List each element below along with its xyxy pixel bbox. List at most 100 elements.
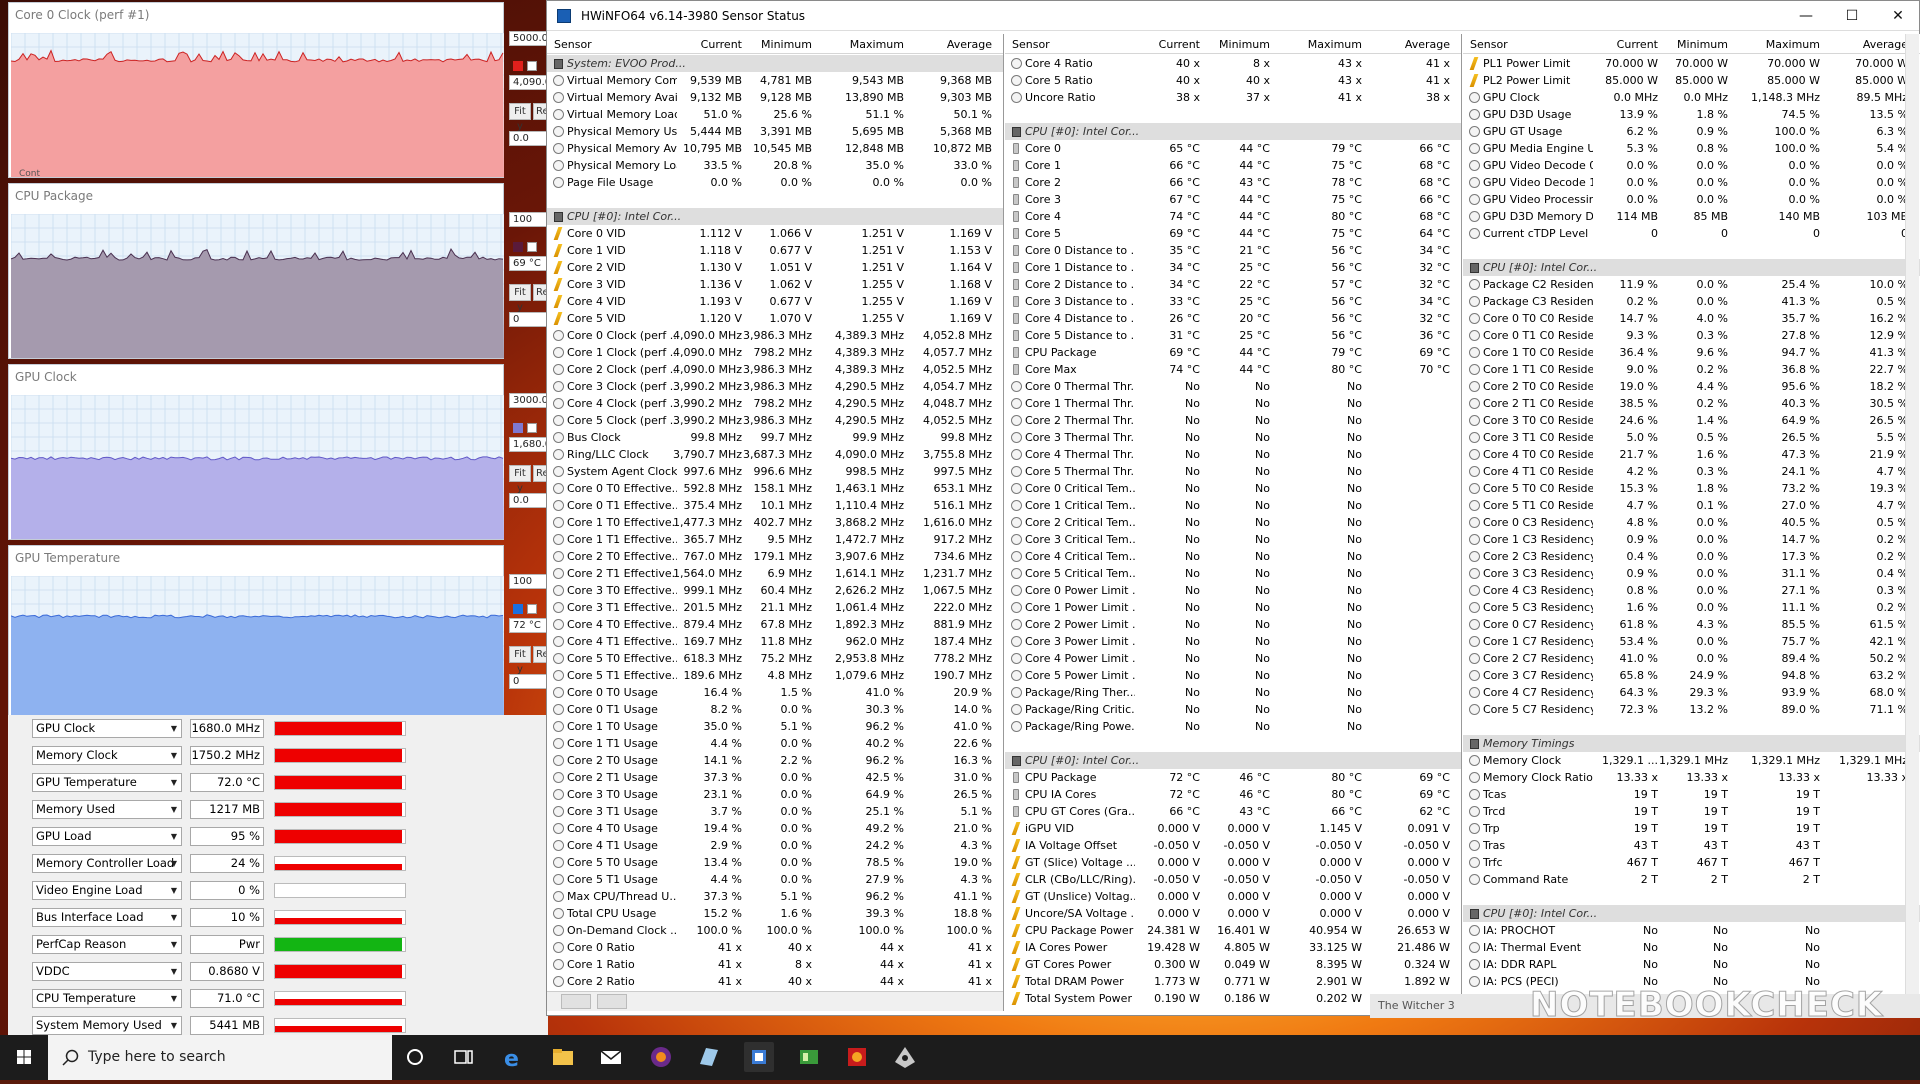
sensor-row[interactable]: CPU Package Power 24.381 W 16.401 W 40.954 …	[1005, 922, 1461, 939]
sensor-row[interactable]: Core 4 T1 Usage 2.9 % 0.0 % 24.2 % 4.3 %	[547, 837, 1003, 854]
sensor-row[interactable]: Virtual Memory Com... 9,539 MB 4,781 MB 9,5…	[547, 72, 1003, 89]
header-maximum[interactable]: Maximum	[1308, 38, 1362, 51]
sensor-row[interactable]: Core 2 T0 Usage 14.1 % 2.2 % 96.2 % 16.3 %	[547, 752, 1003, 769]
column-header[interactable]: Sensor Current Minimum Maximum Average	[1463, 34, 1920, 54]
sensor-row[interactable]: Core 1 C3 Residency 0.9 % 0.0 % 14.7 % 0.2 %	[1463, 531, 1920, 548]
sensor-row[interactable]: Core 0 VID 1.112 V 1.066 V 1.251 V 1.169 V	[547, 225, 1003, 242]
sensor-row[interactable]: Package/Ring Critic... No No No	[1005, 701, 1461, 718]
sensor-row[interactable]: Core 0 Power Limit ... No No No	[1005, 582, 1461, 599]
sensor-row[interactable]: Core 2 Ratio 41 x 40 x 44 x 41 x	[547, 973, 1003, 990]
sensor-row[interactable]: Core 3 Distance to ... 33 °C 25 °C 56 °C 34 …	[1005, 293, 1461, 310]
sensor-row[interactable]: GPU Media Engine U... 5.3 % 0.8 % 100.0 % 5.…	[1463, 140, 1920, 157]
reset-button[interactable]: Re	[533, 103, 547, 120]
sensor-row[interactable]: Core 3 Critical Tem... No No No	[1005, 531, 1461, 548]
sensor-row[interactable]: Core 0 T1 Usage 8.2 % 0.0 % 30.3 % 14.0 %	[547, 701, 1003, 718]
sensor-row[interactable]: Core 3 VID 1.136 V 1.062 V 1.255 V 1.168 V	[547, 276, 1003, 293]
sensor-row[interactable]: Core 5 Power Limit ... No No No	[1005, 667, 1461, 684]
sensor-row[interactable]: Core 3 T1 Effective... 201.5 MHz 21.1 MHz 1…	[547, 599, 1003, 616]
reset-button[interactable]: Re	[533, 284, 547, 301]
sensor-row[interactable]: Core 5 Ratio 40 x 40 x 43 x 41 x	[1005, 72, 1461, 89]
sensor-select[interactable]: Video Engine Load ▼	[32, 881, 182, 900]
sensor-row[interactable]: Core 2 Power Limit ... No No No	[1005, 616, 1461, 633]
sensor-row[interactable]: Core 0 Clock (perf ... 4,090.0 MHz 3,986.3…	[547, 327, 1003, 344]
sensor-row[interactable]: GT (Unslice) Voltag... 0.000 V 0.000 V 0.00…	[1005, 888, 1461, 905]
header-average[interactable]: Average	[1405, 38, 1450, 51]
sensor-row[interactable]: Total DRAM Power 1.773 W 0.771 W 2.901 W 1.8…	[1005, 973, 1461, 990]
sensor-row[interactable]: CPU Package 72 °C 46 °C 80 °C 69 °C	[1005, 769, 1461, 786]
sensor-row[interactable]: Package C2 Residency 11.9 % 0.0 % 25.4 % 10.…	[1463, 276, 1920, 293]
game-taskbar-icon[interactable]	[842, 1042, 872, 1072]
sensor-row[interactable]: Core 5 T0 Effective... 618.3 MHz 75.2 MHz 2…	[547, 650, 1003, 667]
header-minimum[interactable]: Minimum	[761, 38, 812, 51]
sensor-row[interactable]: Core 5 T1 Usage 4.4 % 0.0 % 27.9 % 4.3 %	[547, 871, 1003, 888]
sensor-row[interactable]: Core 2 C7 Residency 41.0 % 0.0 % 89.4 % 50.2…	[1463, 650, 1920, 667]
sensor-row[interactable]: Core 4 T0 C0 Reside... 21.7 % 1.6 % 47.3 % 2…	[1463, 446, 1920, 463]
series-color-swatch[interactable]	[513, 604, 523, 614]
sensor-row[interactable]: IA Cores Power 19.428 W 4.805 W 33.125 W 21.…	[1005, 939, 1461, 956]
sensor-row[interactable]: Max CPU/Thread U... 37.3 % 5.1 % 96.2 % 41.1…	[547, 888, 1003, 905]
sensor-row[interactable]: Core 4 C7 Residency 64.3 % 29.3 % 93.9 % 68.…	[1463, 684, 1920, 701]
series-visibility-toggle[interactable]	[527, 61, 537, 71]
sensor-row[interactable]: Core 0 T0 C0 Reside... 14.7 % 4.0 % 35.7 % 1…	[1463, 310, 1920, 327]
header-current[interactable]: Current	[701, 38, 742, 51]
header-average[interactable]: Average	[947, 38, 992, 51]
start-button[interactable]	[0, 1035, 48, 1080]
sensor-row[interactable]: Core 1 T0 Effective... 1,477.3 MHz 402.7 M…	[547, 514, 1003, 531]
sensor-row[interactable]: Core 4 74 °C 44 °C 80 °C 68 °C	[1005, 208, 1461, 225]
sensor-row[interactable]: IA: PROCHOT No No No	[1463, 922, 1920, 939]
sensor-row[interactable]: Core 5 T0 C0 Reside... 15.3 % 1.8 % 73.2 % 1…	[1463, 480, 1920, 497]
fit-y-button[interactable]: Fit y	[509, 284, 531, 313]
edge-browser-icon[interactable]: e	[498, 1042, 528, 1072]
sensor-row[interactable]: Core 0 Distance to ... 35 °C 21 °C 56 °C 34 …	[1005, 242, 1461, 259]
sensor-row[interactable]: Core 0 T0 Effective... 592.8 MHz 158.1 MHz…	[547, 480, 1003, 497]
sensor-row[interactable]: Package C3 Residency 0.2 % 0.0 % 41.3 % 0.5 …	[1463, 293, 1920, 310]
sensor-row[interactable]: Core 4 Clock (perf ... 3,990.2 MHz 798.2 M…	[547, 395, 1003, 412]
maximize-button[interactable]: ☐	[1829, 1, 1875, 31]
series-color-swatch[interactable]	[513, 242, 523, 252]
sensor-row[interactable]: CLR (CBo/LLC/Ring)... -0.050 V -0.050 V -0.…	[1005, 871, 1461, 888]
sensor-row[interactable]: Core 1 Ratio 41 x 8 x 44 x 41 x	[547, 956, 1003, 973]
toolbar-button[interactable]	[597, 994, 627, 1009]
series-visibility-toggle[interactable]	[527, 423, 537, 433]
header-average[interactable]: Average	[1863, 38, 1908, 51]
header-sensor[interactable]: Sensor	[554, 38, 592, 51]
column-header[interactable]: Sensor Current Minimum Maximum Average	[547, 34, 1003, 54]
sensor-row[interactable]: PL2 Power Limit 85.000 W 85.000 W 85.000 W 8…	[1463, 72, 1920, 89]
graph-min-value[interactable]: 0.0	[509, 131, 547, 146]
sensor-row[interactable]: Command Rate 2 T 2 T 2 T	[1463, 871, 1920, 888]
sensor-row[interactable]: Core 5 Critical Tem... No No No	[1005, 565, 1461, 582]
sensor-row[interactable]: iGPU VID 0.000 V 0.000 V 1.145 V 0.091 V	[1005, 820, 1461, 837]
sensor-row[interactable]: Core 2 Clock (perf ... 4,090.0 MHz 3,986.3…	[547, 361, 1003, 378]
sensor-row[interactable]: Core 1 Clock (perf ... 4,090.0 MHz 798.2 M…	[547, 344, 1003, 361]
reset-button[interactable]: Re	[533, 646, 547, 663]
gpuz-taskbar-icon[interactable]	[794, 1042, 824, 1072]
sensor-row[interactable]: CPU GT Cores (Gra... 66 °C 43 °C 66 °C 62 °C	[1005, 803, 1461, 820]
sensor-row[interactable]: GPU Video Decode 0... 0.0 % 0.0 % 0.0 % 0.0 …	[1463, 157, 1920, 174]
sensor-row[interactable]: Trp 19 T 19 T 19 T	[1463, 820, 1920, 837]
sensor-row[interactable]: IA: Thermal Event No No No	[1463, 939, 1920, 956]
sensor-row[interactable]: Core 0 Ratio 41 x 40 x 44 x 41 x	[547, 939, 1003, 956]
sensor-row[interactable]: Core 5 Distance to ... 31 °C 25 °C 56 °C 36 …	[1005, 327, 1461, 344]
sensor-row[interactable]: Core 3 C7 Residency 65.8 % 24.9 % 94.8 % 63.…	[1463, 667, 1920, 684]
sensor-select[interactable]: Memory Controller Load ▼	[32, 854, 182, 873]
sensor-row[interactable]: Core 3 C3 Residency 0.9 % 0.0 % 31.1 % 0.4 %	[1463, 565, 1920, 582]
header-minimum[interactable]: Minimum	[1219, 38, 1270, 51]
fit-y-button[interactable]: Fit y	[509, 103, 531, 132]
sensor-row[interactable]: Core 1 Critical Tem... No No No	[1005, 497, 1461, 514]
column-header[interactable]: Sensor Current Minimum Maximum Average	[1005, 34, 1461, 54]
sensor-row[interactable]: Core 5 T0 Usage 13.4 % 0.0 % 78.5 % 19.0 %	[547, 854, 1003, 871]
reset-button[interactable]: Re	[533, 465, 547, 482]
sensor-row[interactable]: Core 4 T0 Effective... 879.4 MHz 67.8 MHz 1…	[547, 616, 1003, 633]
sensor-row[interactable]: Core 2 Distance to ... 34 °C 22 °C 57 °C 32 …	[1005, 276, 1461, 293]
sensor-row[interactable]: Core 0 T0 Usage 16.4 % 1.5 % 41.0 % 20.9 %	[547, 684, 1003, 701]
sensor-row[interactable]: Tcas 19 T 19 T 19 T	[1463, 786, 1920, 803]
sensor-row[interactable]: Core 5 T1 C0 Reside... 4.7 % 0.1 % 27.0 % 4.…	[1463, 497, 1920, 514]
sensor-row[interactable]: Trcd 19 T 19 T 19 T	[1463, 803, 1920, 820]
sensor-row[interactable]: Core 1 VID 1.118 V 0.677 V 1.251 V 1.153 V	[547, 242, 1003, 259]
close-button[interactable]: ✕	[1875, 1, 1920, 31]
vertical-scrollbar[interactable]	[1905, 34, 1919, 994]
sensor-group-header[interactable]: CPU [#0]: Intel Cor...	[1463, 905, 1920, 922]
sensor-group-header[interactable]: CPU [#0]: Intel Cor...	[1005, 123, 1461, 140]
graph-min-value[interactable]: 0.0	[509, 493, 547, 508]
sensor-row[interactable]: GPU Video Processin... 0.0 % 0.0 % 0.0 % 0.0…	[1463, 191, 1920, 208]
